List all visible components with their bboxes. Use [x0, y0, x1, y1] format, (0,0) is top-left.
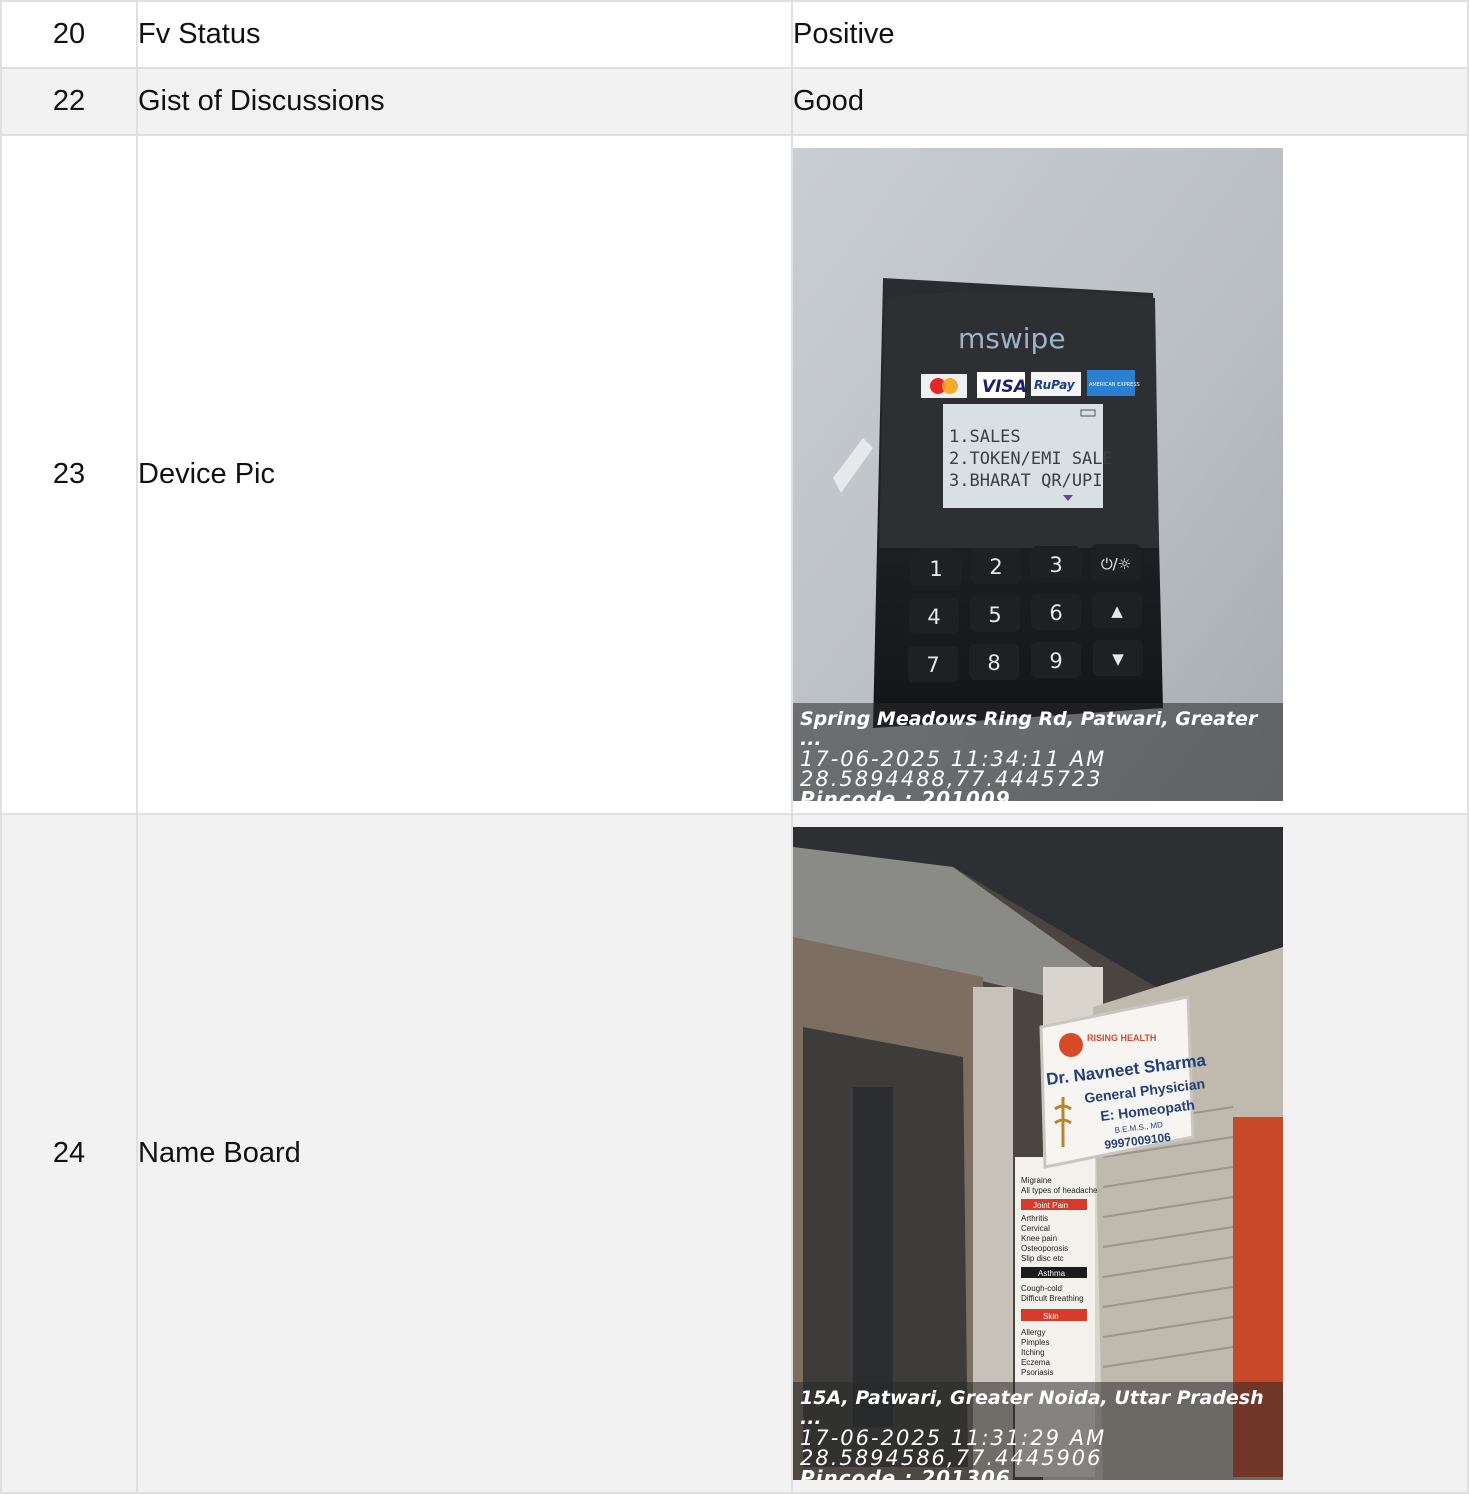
stamp-gps: 28.5894488,77.4445723: [800, 767, 1103, 791]
key-7: 7: [926, 653, 939, 677]
key-3: 3: [1049, 553, 1062, 577]
name-board-photo: Migraine All types of headache Joint Pai…: [793, 827, 1283, 1480]
amex-logo: AMERICAN EXPRESS: [1089, 382, 1140, 388]
poster-line-1: Migraine: [1021, 1176, 1052, 1185]
poster-line-2: All types of headache: [1021, 1186, 1098, 1195]
table-row: 20 Fv Status Positive: [0, 0, 1469, 69]
brand-logo-text: mswipe: [958, 322, 1066, 355]
rupay-logo: RuPay: [1034, 378, 1076, 392]
stamp-gps: 28.5894586,77.4445906: [800, 1446, 1103, 1470]
key-1: 1: [929, 557, 942, 581]
screen-line-2: 2.TOKEN/EMI SALE: [949, 449, 1113, 469]
visa-logo: VISA: [982, 377, 1027, 397]
poster-line-8: Slip disc etc: [1021, 1254, 1064, 1263]
table-row: 22 Gist of Discussions Good: [0, 67, 1469, 136]
key-down: ▼: [1112, 650, 1124, 668]
key-up: ▲: [1111, 602, 1123, 620]
poster-line-11: Difficult Breathing: [1021, 1294, 1084, 1303]
key-4: 4: [927, 605, 940, 629]
row-value: mswipe VISA RuPay AMERICAN EXPRESS 1.SAL…: [791, 134, 1469, 815]
poster-line-6: Knee pain: [1021, 1234, 1057, 1243]
row-number: 23: [0, 134, 138, 815]
poster-line-15: Itching: [1021, 1348, 1045, 1357]
poster-line-10: Cough-cold: [1021, 1284, 1062, 1293]
key-power: ⏻/☼: [1101, 555, 1131, 573]
row-value: Migraine All types of headache Joint Pai…: [791, 813, 1469, 1494]
row-number: 20: [0, 0, 138, 69]
key-6: 6: [1049, 601, 1062, 625]
stamp-datetime: 17-06-2025 11:34:11 AM: [800, 747, 1107, 771]
stamp-datetime: 17-06-2025 11:31:29 AM: [800, 1426, 1107, 1450]
row-label: Fv Status: [136, 0, 793, 69]
poster-line-12: Skin: [1043, 1312, 1059, 1321]
key-2: 2: [989, 555, 1002, 579]
poster-line-9: Asthma: [1038, 1269, 1066, 1278]
row-value: Positive: [791, 0, 1469, 69]
poster-line-16: Eczema: [1021, 1358, 1050, 1367]
row-label: Name Board: [136, 813, 793, 1494]
key-9: 9: [1049, 649, 1062, 673]
screen-line-1: 1.SALES: [949, 427, 1021, 447]
poster-line-14: Pimples: [1021, 1338, 1049, 1347]
screen-line-3: 3.BHARAT QR/UPI: [949, 471, 1103, 491]
stamp-address: Spring Meadows Ring Rd, Patwari, Greater…: [800, 708, 1258, 750]
row-label: Device Pic: [136, 134, 793, 815]
row-label: Gist of Discussions: [136, 67, 793, 136]
poster-line-13: Allergy: [1021, 1328, 1045, 1337]
device-photo: mswipe VISA RuPay AMERICAN EXPRESS 1.SAL…: [793, 148, 1283, 801]
poster-line-5: Cervical: [1021, 1224, 1050, 1233]
table-row: 23 Device Pic mswipe VISA RuPay AMERICAN…: [0, 134, 1469, 815]
geo-stamp: 15A, Patwari, Greater Noida, Uttar Prade…: [793, 1382, 1283, 1480]
row-number: 22: [0, 67, 138, 136]
row-value: Good: [791, 67, 1469, 136]
stamp-address: 15A, Patwari, Greater Noida, Uttar Prade…: [800, 1387, 1264, 1429]
report-table: 20 Fv Status Positive 22 Gist of Discuss…: [0, 0, 1469, 1494]
key-5: 5: [988, 603, 1001, 627]
board-line-1: RISING HEALTH: [1087, 1033, 1156, 1043]
poster-line-3: Joint Pain: [1033, 1201, 1068, 1210]
row-number: 24: [0, 813, 138, 1494]
poster-line-7: Osteoporosis: [1021, 1244, 1068, 1253]
table-row: 24 Name Board Migraine All types of head…: [0, 813, 1469, 1494]
poster-line-4: Arthritis: [1021, 1214, 1048, 1223]
poster-line-17: Psoriasis: [1021, 1368, 1053, 1377]
key-8: 8: [987, 651, 1000, 675]
geo-stamp: Spring Meadows Ring Rd, Patwari, Greater…: [793, 703, 1283, 801]
